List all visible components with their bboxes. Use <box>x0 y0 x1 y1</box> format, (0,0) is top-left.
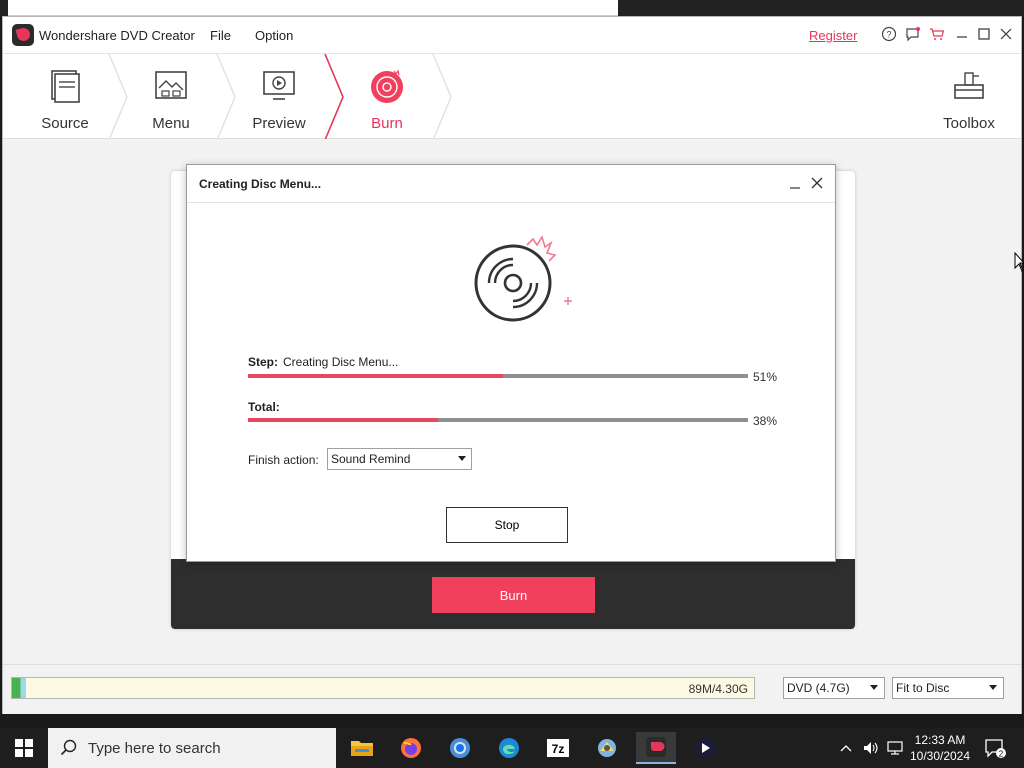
creating-disc-menu-dialog: Creating Disc Menu... Step: Creating Dis… <box>186 164 836 562</box>
step-menu[interactable]: Menu <box>121 54 221 140</box>
dialog-close-icon[interactable] <box>809 175 825 191</box>
toolbox-button[interactable]: Toolbox <box>919 54 1019 140</box>
network-icon[interactable] <box>884 728 906 768</box>
start-button[interactable] <box>0 728 48 768</box>
volume-icon[interactable] <box>860 728 882 768</box>
step-bar: Source Menu Preview Burn Toolbox <box>3 53 1021 140</box>
fit-mode-value: Fit to Disc <box>896 681 950 695</box>
feedback-icon[interactable] <box>904 25 922 43</box>
step-progress-fill <box>248 374 503 378</box>
settings-app-icon[interactable] <box>587 732 627 764</box>
app-title: Wondershare DVD Creator <box>39 28 195 43</box>
capacity-text: 89M/4.30G <box>688 682 748 696</box>
search-placeholder: Type here to search <box>88 740 221 757</box>
toolbox-label: Toolbox <box>943 115 995 132</box>
step-preview[interactable]: Preview <box>229 54 329 140</box>
step-progress-bar <box>248 374 748 378</box>
chevron-down-icon <box>870 685 878 690</box>
step-percent: 51% <box>753 370 778 384</box>
background-window-strip <box>0 0 1024 16</box>
help-icon[interactable]: ? <box>880 25 898 43</box>
step-menu-label: Menu <box>152 115 190 132</box>
close-icon[interactable] <box>997 25 1015 43</box>
fit-mode-select[interactable]: Fit to Disc <box>892 677 1004 699</box>
burn-icon <box>369 68 405 104</box>
chrome-icon[interactable] <box>440 732 480 764</box>
notification-count: 2 <box>999 750 1004 759</box>
mouse-cursor-icon <box>1014 252 1024 272</box>
total-percent: 38% <box>753 414 778 428</box>
7zip-icon[interactable]: 7z <box>538 732 578 764</box>
disc-burning-icon <box>471 235 581 325</box>
svg-text:7z: 7z <box>552 742 565 756</box>
dialog-title: Creating Disc Menu... <box>199 177 322 191</box>
dvd-creator-taskbar-icon[interactable] <box>636 732 676 764</box>
title-bar: Wondershare DVD Creator File Option Regi… <box>3 17 1021 53</box>
step-source-label: Source <box>41 115 89 132</box>
finish-action-select[interactable]: Sound Remind <box>327 448 472 470</box>
taskbar: Type here to search 7z 12:33 AM 10/30/20… <box>0 728 1024 768</box>
chevron-up-icon[interactable] <box>836 728 856 768</box>
chevron-down-icon <box>989 685 997 690</box>
step-source[interactable]: Source <box>15 54 115 140</box>
system-clock[interactable]: 12:33 AM 10/30/2024 <box>906 732 974 764</box>
step-burn[interactable]: Burn <box>337 54 437 140</box>
minimize-icon[interactable] <box>953 25 971 43</box>
capacity-bar: 89M/4.30G <box>11 677 755 699</box>
background-window[interactable] <box>8 0 618 16</box>
capacity-fill <box>12 678 26 698</box>
edge-icon[interactable] <box>489 732 529 764</box>
cart-icon[interactable] <box>928 25 946 43</box>
clock-time: 12:33 AM <box>914 733 966 747</box>
finish-action-value: Sound Remind <box>331 452 411 466</box>
search-icon <box>60 739 77 756</box>
chevron-down-icon <box>458 456 466 461</box>
step-label: Step: <box>248 355 278 369</box>
menu-icon <box>153 68 189 104</box>
preview-icon <box>261 68 297 104</box>
disc-type-select[interactable]: DVD (4.7G) <box>783 677 885 699</box>
notification-center-icon[interactable]: 2 <box>980 728 1010 768</box>
register-link[interactable]: Register <box>809 28 857 43</box>
menu-option[interactable]: Option <box>255 28 293 43</box>
source-icon <box>47 68 83 104</box>
menu-file[interactable]: File <box>210 28 231 43</box>
media-player-icon[interactable] <box>685 732 725 764</box>
windows-icon <box>15 739 33 757</box>
svg-text:?: ? <box>886 30 891 40</box>
file-explorer-icon[interactable] <box>342 732 382 764</box>
app-logo-icon <box>12 24 34 46</box>
clock-date: 10/30/2024 <box>909 749 971 763</box>
step-value: Creating Disc Menu... <box>283 355 399 369</box>
firefox-icon[interactable] <box>391 732 431 764</box>
status-bar: 89M/4.30G DVD (4.7G) Fit to Disc <box>3 664 1021 714</box>
disc-type-value: DVD (4.7G) <box>787 681 850 695</box>
total-label: Total: <box>248 400 280 414</box>
step-burn-label: Burn <box>371 115 403 132</box>
taskbar-search[interactable]: Type here to search <box>48 728 336 768</box>
toolbox-icon <box>951 68 987 104</box>
stop-button[interactable]: Stop <box>446 507 568 543</box>
dialog-header: Creating Disc Menu... <box>187 165 835 203</box>
step-preview-label: Preview <box>252 115 306 132</box>
total-progress-fill <box>248 418 438 422</box>
total-progress-bar <box>248 418 748 422</box>
dialog-minimize-icon[interactable] <box>787 175 803 191</box>
finish-action-label: Finish action: <box>248 453 319 467</box>
burn-button[interactable]: Burn <box>432 577 595 613</box>
maximize-icon[interactable] <box>975 25 993 43</box>
step-separator <box>432 54 452 140</box>
